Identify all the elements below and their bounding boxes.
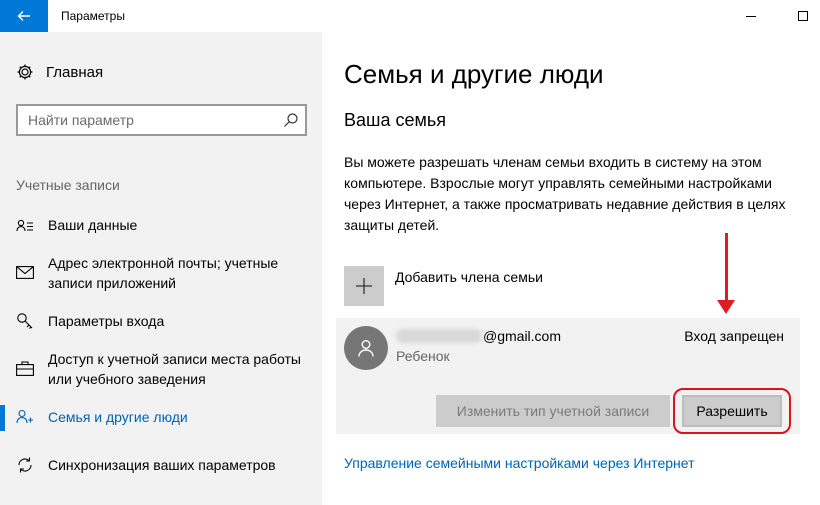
sidebar: Главная Учетные записи Ваши данные Адрес… <box>0 32 322 505</box>
mail-icon <box>16 263 34 281</box>
plus-icon <box>356 278 372 294</box>
home-nav-item[interactable]: Главная <box>16 63 103 81</box>
avatar <box>344 326 388 370</box>
back-button[interactable] <box>0 0 48 32</box>
change-account-type-button[interactable]: Изменить тип учетной записи <box>436 395 670 427</box>
section-subtitle: Ваша семья <box>344 110 446 130</box>
back-arrow-icon <box>17 11 30 21</box>
sidebar-item-sign-in[interactable]: Параметры входа <box>0 311 322 335</box>
home-label: Главная <box>46 63 104 81</box>
sidebar-item-email[interactable]: Адрес электронной почты; учетные записи … <box>0 253 322 295</box>
member-email: @gmail.com <box>396 328 561 344</box>
section-label: Учетные записи <box>16 177 120 193</box>
sign-in-status: Вход запрещен <box>684 328 784 344</box>
page-title: Семья и другие люди <box>344 59 604 89</box>
minimize-button[interactable] <box>728 0 774 32</box>
maximize-icon <box>798 11 808 21</box>
family-member-card[interactable]: @gmail.com Ребенок Вход запрещен Изменит… <box>336 318 800 434</box>
sync-icon <box>16 456 34 474</box>
briefcase-icon <box>16 359 34 377</box>
add-member-label: Добавить члена семьи <box>395 269 543 285</box>
email-suffix: @gmail.com <box>483 328 562 344</box>
people-icon <box>16 408 34 426</box>
annotation-arrow-line <box>725 233 728 303</box>
user-icon <box>358 340 374 357</box>
search-icon[interactable] <box>283 112 299 128</box>
sidebar-item-family[interactable]: Семья и другие люди <box>0 405 322 431</box>
sidebar-item-sync[interactable]: Синхронизация ваших параметров <box>0 455 322 479</box>
window-title: Параметры <box>61 9 125 23</box>
title-bar: Параметры <box>0 0 820 32</box>
blurred-email-name <box>396 329 482 343</box>
annotation-arrow-head <box>717 300 735 314</box>
search-box[interactable] <box>16 104 307 136</box>
add-tile <box>344 266 384 306</box>
sidebar-item-label: Семья и другие люди <box>48 409 188 425</box>
gear-icon <box>17 64 33 80</box>
sidebar-item-work-access[interactable]: Доступ к учетной записи места работы или… <box>0 349 322 391</box>
manage-family-settings-link[interactable]: Управление семейными настройками через И… <box>344 455 694 471</box>
active-indicator <box>0 405 5 431</box>
description-text: Вы можете разрешать членам семьи входить… <box>344 154 786 233</box>
sidebar-item-label: Доступ к учетной записи места работы или… <box>48 351 301 387</box>
main-content: Семья и другие люди Ваша семья Вы можете… <box>322 32 820 505</box>
maximize-button[interactable] <box>780 0 820 32</box>
allow-button[interactable]: Разрешить <box>682 395 782 427</box>
sidebar-item-label: Адрес электронной почты; учетные записи … <box>48 255 279 291</box>
sidebar-item-label: Ваши данные <box>48 217 138 233</box>
member-role: Ребенок <box>396 348 450 364</box>
search-input[interactable] <box>18 106 268 134</box>
add-family-member-button[interactable]: Добавить члена семьи <box>344 266 543 306</box>
sidebar-item-label: Параметры входа <box>48 313 165 329</box>
sidebar-item-label: Синхронизация ваших параметров <box>48 457 276 473</box>
sidebar-item-your-info[interactable]: Ваши данные <box>0 215 322 239</box>
person-card-icon <box>16 217 34 235</box>
minimize-icon <box>746 15 756 17</box>
key-icon <box>16 312 34 330</box>
